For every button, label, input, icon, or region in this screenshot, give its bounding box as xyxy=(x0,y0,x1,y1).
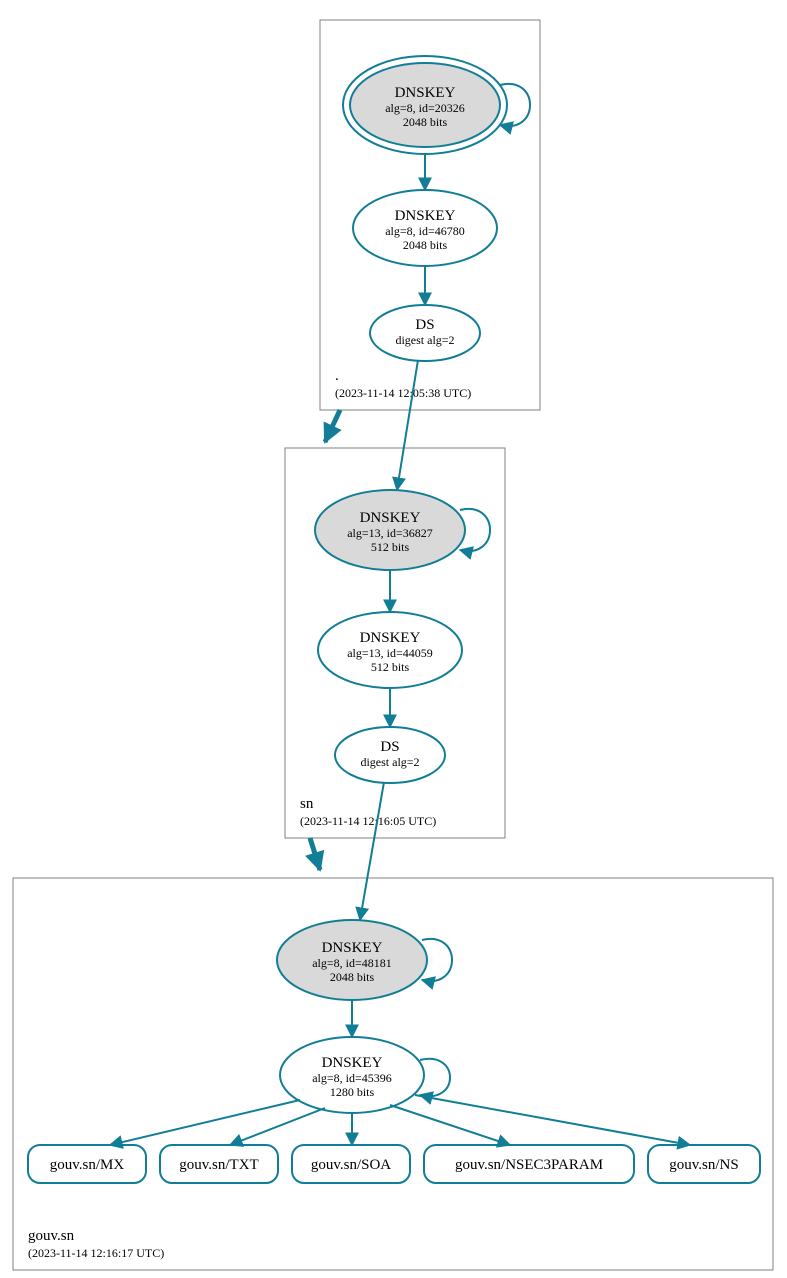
svg-text:512 bits: 512 bits xyxy=(371,660,410,674)
svg-text:gouv.sn/SOA: gouv.sn/SOA xyxy=(311,1157,391,1173)
svg-text:2048 bits: 2048 bits xyxy=(330,970,375,984)
svg-text:gouv.sn/NS: gouv.sn/NS xyxy=(669,1157,738,1173)
leaf-nsec3param: gouv.sn/NSEC3PARAM xyxy=(424,1145,634,1183)
node-sn-dnskey1: DNSKEY alg=13, id=36827 512 bits xyxy=(315,490,465,570)
svg-text:DNSKEY: DNSKEY xyxy=(360,510,421,526)
svg-text:alg=8, id=46780: alg=8, id=46780 xyxy=(385,224,465,238)
svg-text:DS: DS xyxy=(415,317,434,333)
node-gouvsn-dnskey2: DNSKEY alg=8, id=45396 1280 bits xyxy=(280,1037,424,1113)
svg-text:DNSKEY: DNSKEY xyxy=(395,208,456,224)
svg-text:digest alg=2: digest alg=2 xyxy=(360,755,419,769)
edge-gouvsn-dnskey2-mx xyxy=(110,1100,300,1145)
node-root-ds: DS digest alg=2 xyxy=(370,305,480,361)
svg-text:gouv.sn/TXT: gouv.sn/TXT xyxy=(179,1157,258,1173)
svg-text:alg=13, id=36827: alg=13, id=36827 xyxy=(347,526,433,540)
svg-text:512 bits: 512 bits xyxy=(371,540,410,554)
svg-text:2048 bits: 2048 bits xyxy=(403,115,448,129)
svg-text:1280 bits: 1280 bits xyxy=(330,1085,375,1099)
leaf-soa: gouv.sn/SOA xyxy=(292,1145,410,1183)
svg-text:DNSKEY: DNSKEY xyxy=(395,85,456,101)
zone-gouvsn-timestamp: (2023-11-14 12:16:17 UTC) xyxy=(28,1246,164,1260)
zone-gouvsn-label: gouv.sn xyxy=(28,1228,75,1244)
leaf-txt: gouv.sn/TXT xyxy=(160,1145,278,1183)
zone-gouvsn: gouv.sn (2023-11-14 12:16:17 UTC) DNSKEY… xyxy=(13,782,773,1270)
zone-sn: sn (2023-11-14 12:16:05 UTC) DNSKEY alg=… xyxy=(285,360,505,838)
svg-text:alg=8, id=20326: alg=8, id=20326 xyxy=(385,101,465,115)
svg-text:alg=8, id=48181: alg=8, id=48181 xyxy=(312,956,392,970)
edge-zonebox-sn-gouvsn xyxy=(310,838,320,870)
leaf-ns: gouv.sn/NS xyxy=(648,1145,760,1183)
edge-zonebox-root-sn xyxy=(325,410,340,442)
svg-text:alg=13, id=44059: alg=13, id=44059 xyxy=(347,646,433,660)
zone-root-label: . xyxy=(335,368,339,384)
zone-sn-label: sn xyxy=(300,796,314,812)
svg-text:2048 bits: 2048 bits xyxy=(403,238,448,252)
node-sn-dnskey2: DNSKEY alg=13, id=44059 512 bits xyxy=(318,612,462,688)
zone-root-timestamp: (2023-11-14 12:05:38 UTC) xyxy=(335,386,471,400)
svg-text:DNSKEY: DNSKEY xyxy=(322,1055,383,1071)
svg-text:DNSKEY: DNSKEY xyxy=(322,940,383,956)
edge-sn-ds-gouvsn-dnskey1 xyxy=(360,782,384,920)
svg-text:alg=8, id=45396: alg=8, id=45396 xyxy=(312,1071,392,1085)
svg-text:gouv.sn/MX: gouv.sn/MX xyxy=(50,1157,125,1173)
zone-root: . (2023-11-14 12:05:38 UTC) DNSKEY alg=8… xyxy=(320,20,540,410)
svg-text:gouv.sn/NSEC3PARAM: gouv.sn/NSEC3PARAM xyxy=(455,1157,603,1173)
svg-text:digest alg=2: digest alg=2 xyxy=(395,333,454,347)
svg-text:DNSKEY: DNSKEY xyxy=(360,630,421,646)
leaf-mx: gouv.sn/MX xyxy=(28,1145,146,1183)
edge-gouvsn-dnskey2-nsec3param xyxy=(390,1105,510,1145)
edge-gouvsn-dnskey2-ns xyxy=(415,1095,690,1145)
node-sn-ds: DS digest alg=2 xyxy=(335,727,445,783)
node-root-dnskey1: DNSKEY alg=8, id=20326 2048 bits xyxy=(343,56,507,154)
zone-sn-timestamp: (2023-11-14 12:16:05 UTC) xyxy=(300,814,436,828)
svg-text:DS: DS xyxy=(380,739,399,755)
node-root-dnskey2: DNSKEY alg=8, id=46780 2048 bits xyxy=(353,190,497,266)
edge-root-ds-sn-dnskey1 xyxy=(397,360,418,490)
node-gouvsn-dnskey1: DNSKEY alg=8, id=48181 2048 bits xyxy=(277,920,427,1000)
dnssec-diagram: . (2023-11-14 12:05:38 UTC) DNSKEY alg=8… xyxy=(0,0,787,1278)
